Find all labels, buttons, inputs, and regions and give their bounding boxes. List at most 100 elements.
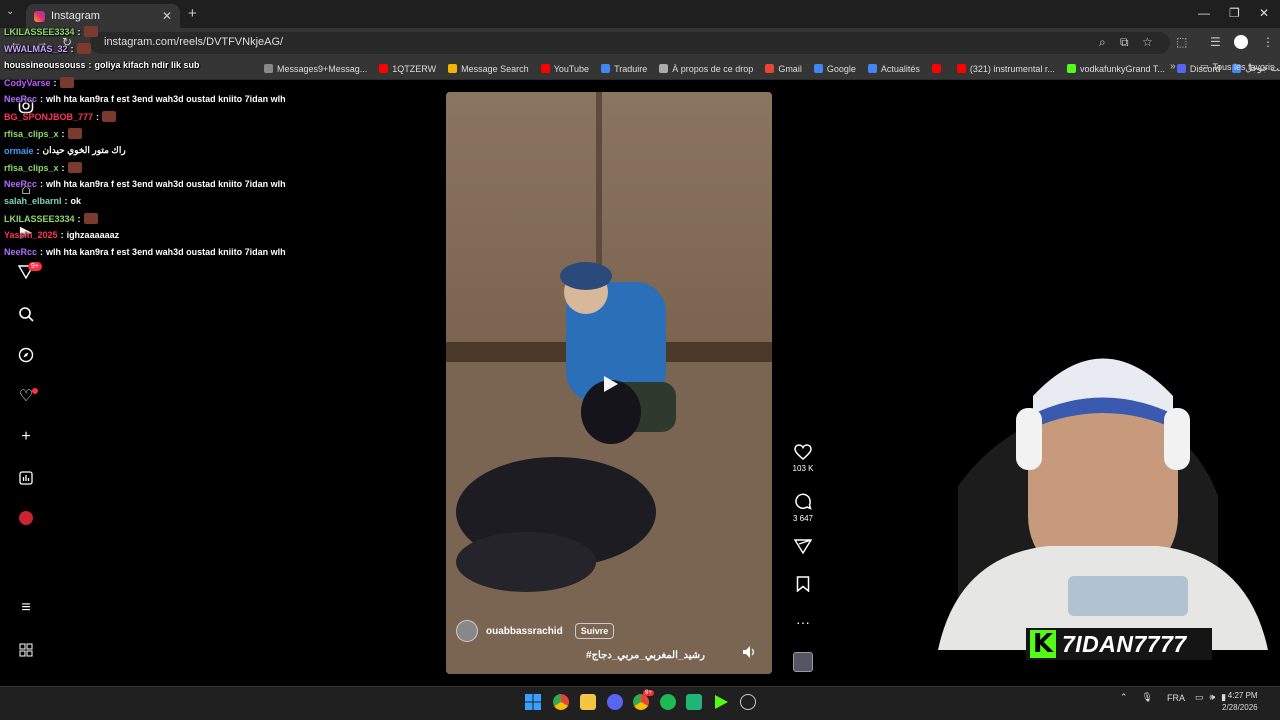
chat-message: NeeRcc: wlh hta kan9ra f est 3end wah3d o…: [4, 247, 286, 257]
bookmark-label: YouTube: [553, 63, 590, 74]
messages-badge: 9+: [28, 262, 42, 271]
cast-icon[interactable]: ⧉: [1120, 35, 1129, 50]
close-window-button[interactable]: ✕: [1259, 6, 1269, 20]
volume-icon[interactable]: [742, 645, 758, 659]
bookmark-item[interactable]: Google: [813, 63, 856, 74]
tab-instagram[interactable]: Instagram ✕: [26, 4, 180, 28]
bookmark-label: Google: [826, 63, 856, 74]
bookmark-item[interactable]: 1QTZERW: [379, 64, 436, 74]
system-clock[interactable]: 4:27 PM 2/28/2026: [1222, 690, 1258, 714]
chat-message: ormaie: راك متور الخوي حيدان: [4, 145, 126, 156]
bookmark-favicon-icon: [1176, 64, 1186, 73]
create-plus-icon[interactable]: +: [16, 427, 36, 447]
chat-separator: :: [36, 145, 40, 156]
bookmark-label: Message Search: [461, 63, 529, 74]
chat-separator: :: [61, 162, 65, 173]
spotify-icon[interactable]: [660, 694, 676, 710]
bookmark-favicon-icon: [765, 64, 775, 73]
chat-message: NeeRcc: wlh hta kan9ra f est 3end wah3d o…: [4, 179, 286, 189]
tab-search-icon[interactable]: ⌄: [6, 6, 14, 17]
instagram-favicon-icon: [34, 10, 45, 22]
follow-button[interactable]: Suivre: [574, 623, 615, 639]
chat-separator: :: [77, 26, 81, 37]
author-avatar[interactable]: [456, 620, 478, 642]
bookmark-item[interactable]: Message Search: [448, 64, 529, 74]
save-action[interactable]: [792, 576, 814, 592]
restore-button[interactable]: ❐: [1229, 6, 1240, 20]
audio-thumbnail[interactable]: [793, 652, 813, 672]
chat-message: WWALMAS_32:: [4, 43, 91, 54]
microphone-icon[interactable]: 🎙︎: [1142, 692, 1153, 703]
kick-studio-icon[interactable]: [686, 694, 702, 710]
discord-icon[interactable]: [607, 694, 623, 710]
reel-caption[interactable]: #رشيد_المغربي_مربي_دجاج: [586, 650, 705, 661]
chat-separator: :: [96, 111, 100, 122]
chat-message: BG_SPONJBOB_777:: [4, 111, 117, 122]
bookmark-favicon-icon: [1066, 64, 1076, 73]
play-icon[interactable]: [600, 374, 620, 394]
comment-action[interactable]: 3 647: [792, 492, 814, 523]
chat-message: rfisa_clips_x:: [4, 128, 82, 139]
all-favorites-button[interactable]: ▭ Tous les favoris: [1200, 61, 1275, 72]
url-text: instagram.com/reels/DVTFVNkjeAG/: [104, 36, 284, 48]
bookmark-item[interactable]: Traduire: [601, 64, 647, 74]
author-username[interactable]: ouabbassrachid: [486, 626, 563, 637]
chat-separator: :: [70, 43, 74, 54]
bookmarks-overflow-icon[interactable]: »: [1170, 61, 1176, 72]
chat-separator: :: [61, 128, 65, 139]
clock-date: 2/28/2026: [1222, 703, 1258, 712]
bookmark-item[interactable]: Gmail: [765, 64, 802, 74]
chrome-active-icon[interactable]: [633, 694, 649, 710]
like-action[interactable]: 103 K: [792, 444, 814, 473]
file-explorer-icon[interactable]: [580, 694, 596, 710]
more-options-icon[interactable]: ···: [792, 614, 814, 630]
language-indicator[interactable]: FRA: [1167, 693, 1185, 703]
profile-avatar-nav[interactable]: [16, 508, 36, 528]
apps-grid-icon[interactable]: [16, 640, 36, 660]
chat-text: wlh hta kan9ra f est 3end wah3d oustad k…: [46, 179, 286, 189]
bookmark-item[interactable]: Messages9+Messag...: [264, 64, 367, 74]
extensions-icon[interactable]: ⬚: [1176, 35, 1187, 49]
bookmark-favicon-icon: [931, 64, 941, 73]
bookmark-item[interactable]: (321) instrumental r...: [956, 63, 1055, 74]
bookmark-star-icon[interactable]: ☆: [1142, 35, 1153, 49]
obs-icon[interactable]: [740, 694, 756, 710]
tab-close-icon[interactable]: ✕: [162, 9, 172, 23]
notification-dot: [32, 388, 38, 394]
bookmark-label: À propos de ce drop: [672, 63, 754, 74]
volume-tray-icon[interactable]: 🕪︎: [1210, 692, 1216, 703]
new-tab-button[interactable]: +: [188, 5, 197, 22]
chat-username: BG_SPONJBOB_777: [4, 111, 94, 122]
share-action[interactable]: [792, 538, 814, 554]
bookmark-label: Actualités: [880, 63, 920, 74]
bookmark-item[interactable]: À propos de ce drop: [659, 64, 753, 74]
bookmark-item[interactable]: [931, 64, 945, 73]
zoom-icon[interactable]: ⌕: [1099, 35, 1106, 50]
bookmark-item[interactable]: YouTube: [540, 63, 590, 74]
reading-list-icon[interactable]: ☰: [1210, 35, 1221, 49]
chat-separator: :: [40, 94, 44, 104]
bookmark-label: vodkafunkyGrand T...: [1079, 63, 1165, 74]
chat-separator: :: [77, 213, 81, 224]
profile-avatar-icon[interactable]: [1234, 35, 1248, 49]
comment-count: 3 647: [792, 514, 814, 523]
explore-icon[interactable]: [16, 345, 36, 365]
dashboard-icon[interactable]: [16, 468, 36, 488]
menu-kebab-icon[interactable]: ⋮: [1262, 35, 1274, 49]
bookmark-item[interactable]: vodkafunkyGrand T...: [1066, 63, 1165, 74]
bookmark-label: (321) instrumental r...: [969, 63, 1055, 74]
tray-overflow-icon[interactable]: ⌃: [1120, 692, 1128, 703]
bookmark-favicon-icon: [379, 64, 389, 73]
monitor-icon[interactable]: ▭: [1195, 692, 1204, 703]
more-menu-icon[interactable]: ≡: [16, 598, 36, 618]
bookmark-label: Traduire: [614, 63, 648, 74]
minimize-button[interactable]: —: [1198, 6, 1210, 20]
chat-username: LKILASSEE3334: [4, 26, 75, 37]
search-icon[interactable]: [16, 304, 36, 324]
windows-start-icon[interactable]: [525, 694, 541, 715]
play-app-icon[interactable]: [713, 694, 729, 710]
bookmark-item[interactable]: Actualités: [867, 63, 920, 74]
chrome-icon[interactable]: [553, 694, 569, 710]
chat-username: Yassin_2025: [4, 230, 58, 240]
heart-icon: [794, 444, 812, 460]
